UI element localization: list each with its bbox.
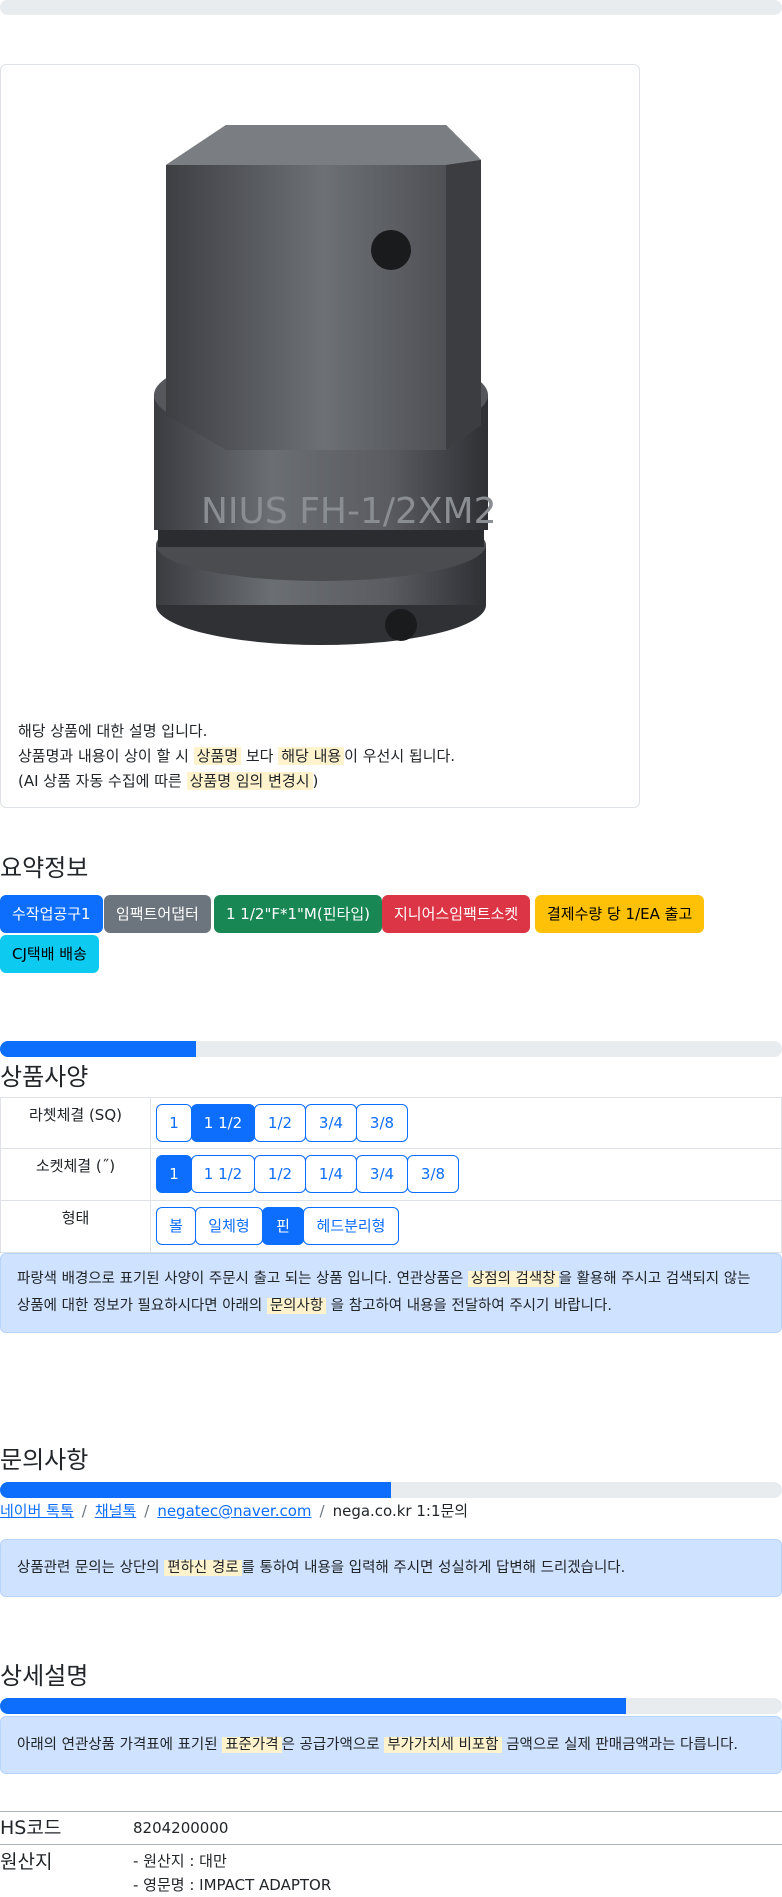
desc-text: ) [312,772,319,790]
spec-option-selected[interactable]: 핀 [262,1207,304,1245]
desc-text: (AI 상품 자동 수집에 따른 [18,772,187,790]
svg-text:NIUS FH-1/2XM2-4: NIUS FH-1/2XM2-4 [201,491,496,532]
hs-code-value: 8204200000 [133,1819,229,1837]
notice-highlight: 표준가격 [222,1737,282,1753]
badge-brand[interactable]: 지니어스임팩트소켓 [382,895,531,933]
notice-text: 를 통하여 내용을 입력해 주시면 성실하게 답변해 드리겠습니다. [241,1560,626,1576]
spec-option[interactable]: 1/2 [254,1155,306,1193]
desc-highlight: 상품명 임의 변경시 [186,772,313,790]
summary-title: 요약정보 [0,854,89,882]
spec-option[interactable]: 1 [156,1104,192,1142]
detail-progress [0,1698,782,1714]
desc-text: 상품명과 내용이 상이 할 시 [18,747,194,765]
origin-english-name: - 영문명 : IMPACT ADAPTOR [133,1876,332,1894]
spec-option[interactable]: 헤드분리형 [303,1207,399,1245]
specs-title: 상품사양 [0,1063,89,1091]
spec-row-socket: 소켓체결 (˝) 1 1 1/2 1/2 1/4 3/4 3/8 [0,1149,782,1201]
origin-label: 원산지 [0,1851,53,1873]
spec-option-selected[interactable]: 1 1/2 [191,1104,255,1142]
spec-option[interactable]: 1 1/2 [191,1155,255,1193]
desc-highlight: 상품명 [193,747,242,765]
spec-label: 형태 [1,1201,151,1252]
notice-text: 아래의 연관상품 가격표에 표기된 [17,1737,223,1753]
badge-shipping[interactable]: CJ택배 배송 [0,935,99,973]
product-description: 해당 상품에 대한 설명 입니다. 상품명과 내용이 상이 할 시 상품명 보다… [18,719,455,794]
hs-code-row: HS코드 8204200000 [0,1811,782,1844]
naver-talk-link[interactable]: 네이버 톡톡 [0,1502,74,1520]
notice-highlight: 문의사항 [266,1298,327,1314]
notice-text: 상품관련 문의는 상단의 [17,1560,165,1576]
spec-option[interactable]: 1/2 [254,1104,306,1142]
spec-option[interactable]: 3/8 [407,1155,459,1193]
spec-row-shape: 형태 볼 일체형 핀 헤드분리형 [0,1201,782,1253]
origin-value: - 원산지 : 대만 - 영문명 : IMPACT ADAPTOR [133,1849,331,1897]
desc-text: 보다 [241,747,279,765]
product-card: NIUS FH-1/2XM2-4 해당 상품에 대한 설명 입니다. 상품명과 … [0,64,640,808]
badge-type[interactable]: 임팩트어댑터 [104,895,211,933]
notice-text: 금액으로 실제 판매금액과는 다릅니다. [501,1737,739,1753]
email-link[interactable]: negatec@naver.com [157,1502,311,1520]
spec-option[interactable]: 3/4 [356,1155,408,1193]
badge-quantity[interactable]: 결제수량 당 1/EA 출고 [535,895,705,933]
spec-option[interactable]: 1/4 [305,1155,357,1193]
spec-option[interactable]: 일체형 [195,1207,263,1245]
description-line-3: (AI 상품 자동 수집에 따른 상품명 임의 변경시) [18,769,455,794]
separator: / [81,1502,87,1520]
specs-notice: 파랑색 배경으로 표기된 사양이 주문시 출고 되는 상품 입니다. 연관상품은… [0,1253,782,1333]
notice-text: 은 공급가액으로 [281,1737,385,1753]
spec-label: 소켓체결 (˝) [1,1149,151,1200]
product-image: NIUS FH-1/2XM2-4 [154,125,496,645]
badge-category[interactable]: 수작업공구1 [0,895,103,933]
spec-label: 라쳇체결 (SQ) [1,1098,151,1148]
spec-row-ratchet: 라쳇체결 (SQ) 1 1 1/2 1/2 3/4 3/8 [0,1097,782,1149]
spec-option[interactable]: 3/4 [305,1104,357,1142]
description-line-2: 상품명과 내용이 상이 할 시 상품명 보다 해당 내용 이 우선시 됩니다. [18,744,455,769]
notice-highlight: 편하신 경로 [164,1560,242,1576]
inquiry-progress [0,1482,782,1498]
desc-highlight: 해당 내용 [278,747,345,765]
top-progress-bar [0,0,782,15]
detail-notice: 아래의 연관상품 가격표에 표기된 표준가격 은 공급가액으로 부가가치세 비포함… [0,1716,782,1774]
origin-country: - 원산지 : 대만 [133,1852,227,1870]
notice-highlight: 부가가치세 비포함 [384,1737,502,1753]
product-detail-page: NIUS FH-1/2XM2-4 해당 상품에 대한 설명 입니다. 상품명과 … [0,0,782,1897]
notice-highlight: 상점의 검색창 [467,1271,559,1287]
desc-text: 이 우선시 됩니다. [344,747,456,765]
badge-size[interactable]: 1 1/2"F*1"M(핀타입) [214,895,382,933]
inquiry-title: 문의사항 [0,1446,89,1474]
specs-progress [0,1041,782,1057]
spec-option-selected[interactable]: 1 [156,1155,192,1193]
separator: / [144,1502,150,1520]
spec-option[interactable]: 3/8 [356,1104,408,1142]
notice-text: 을 참고하여 내용을 전달하여 주시기 바랍니다. [326,1298,612,1314]
spec-option[interactable]: 볼 [156,1207,196,1245]
origin-row: 원산지 - 원산지 : 대만 - 영문명 : IMPACT ADAPTOR [0,1844,782,1897]
inquiry-links: 네이버 톡톡 / 채널톡 / negatec@naver.com / nega.co.kr … [0,1500,468,1521]
description-line-1: 해당 상품에 대한 설명 입니다. [18,722,208,740]
site-inquiry: nega.co.kr 1:1문의 [332,1502,469,1520]
notice-text: 파랑색 배경으로 표기된 사양이 주문시 출고 되는 상품 입니다. 연관상품은 [17,1271,468,1287]
separator: / [319,1502,325,1520]
channel-talk-link[interactable]: 채널톡 [95,1502,136,1520]
hs-code-label: HS코드 [0,1817,62,1839]
inquiry-notice: 상품관련 문의는 상단의 편하신 경로 를 통하여 내용을 입력해 주시면 성실하… [0,1539,782,1597]
detail-title: 상세설명 [0,1662,89,1690]
